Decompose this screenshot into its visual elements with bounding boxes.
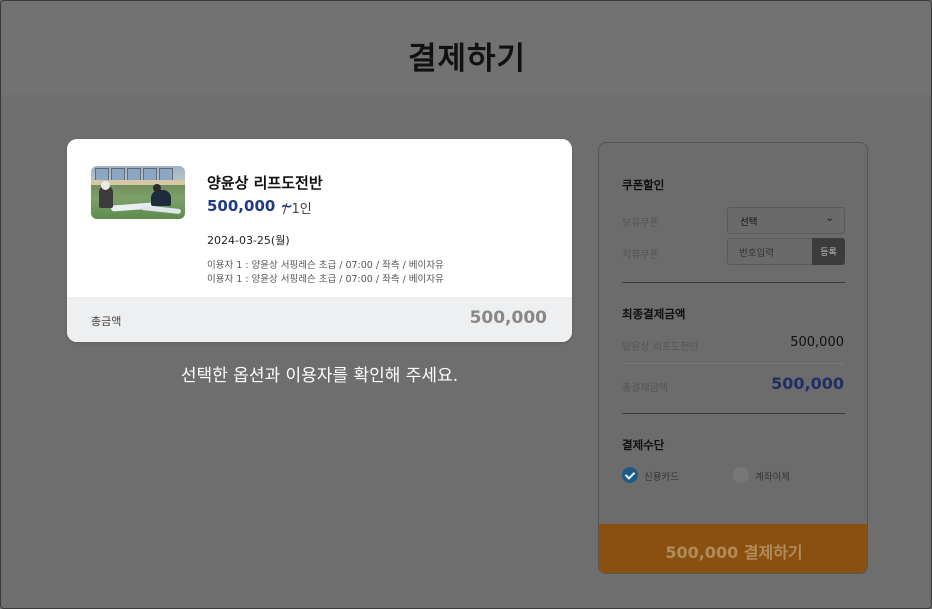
product-unit: / 1인 <box>283 202 312 217</box>
participant-line: 이용자 1 : 양윤상 서핑레슨 초급 / 07:00 / 좌측 / 베이자유 <box>207 260 444 271</box>
page-header: 결제하기 <box>1 1 931 95</box>
participant-line: 이용자 1 : 양윤상 서핑레슨 초급 / 07:00 / 좌측 / 베이자유 <box>207 274 444 285</box>
coupon-section-title: 쿠폰할인 <box>622 178 665 192</box>
product-title: 양윤상 리프도전반 <box>207 174 323 192</box>
product-card: 양윤상 리프도전반 500,000 ~ / 1인 2024-03-25(월) 이… <box>67 139 572 342</box>
reservation-date: 2024-03-25(월) <box>207 234 290 247</box>
product-thumbnail <box>91 166 185 219</box>
divider <box>622 363 845 364</box>
coupon-select[interactable]: 선택 ⌄ <box>727 207 845 234</box>
final-total-value: 500,000 <box>771 374 844 393</box>
total-value: 500,000 <box>469 308 547 328</box>
divider <box>622 282 845 283</box>
paper-coupon-label: 지류쿠폰 <box>622 250 659 261</box>
owned-coupon-label: 보유쿠폰 <box>622 218 659 229</box>
product-price: 500,000 ~ <box>207 197 294 215</box>
total-label: 총금액 <box>91 315 122 328</box>
payment-panel: 쿠폰할인 보유쿠폰 선택 ⌄ 지류쿠폰 번호입력 등록 최종결제금액 양윤상 리… <box>598 142 868 574</box>
final-amount-title: 최종결제금액 <box>622 307 686 321</box>
payment-method-title: 결제수단 <box>622 438 665 452</box>
radio-bank-transfer[interactable] <box>733 467 749 483</box>
page-frame: 결제하기 양윤상 리프도전반 500,000 ~ / 1인 2024-03-25… <box>0 0 932 609</box>
divider <box>622 413 845 414</box>
coupon-select-value: 선택 <box>740 217 758 228</box>
final-item-label: 양윤상 리프도전반 <box>622 342 699 353</box>
radio-credit-card[interactable] <box>622 467 638 483</box>
bank-transfer-label[interactable]: 계좌이체 <box>755 469 790 483</box>
final-total-label: 총결제금액 <box>622 383 668 394</box>
register-coupon-button[interactable]: 등록 <box>812 238 845 265</box>
page-title: 결제하기 <box>407 40 527 77</box>
credit-card-label[interactable]: 신용카드 <box>644 469 679 483</box>
chevron-down-icon: ⌄ <box>825 213 834 224</box>
pay-button[interactable]: 500,000 결제하기 <box>599 524 867 573</box>
confirm-notice: 선택한 옵션과 이용자를 확인해 주세요. <box>180 366 459 386</box>
coupon-code-input[interactable]: 번호입력 <box>727 238 813 265</box>
final-item-value: 500,000 <box>790 335 844 350</box>
card-total-bar: 총금액 500,000 <box>67 297 572 342</box>
